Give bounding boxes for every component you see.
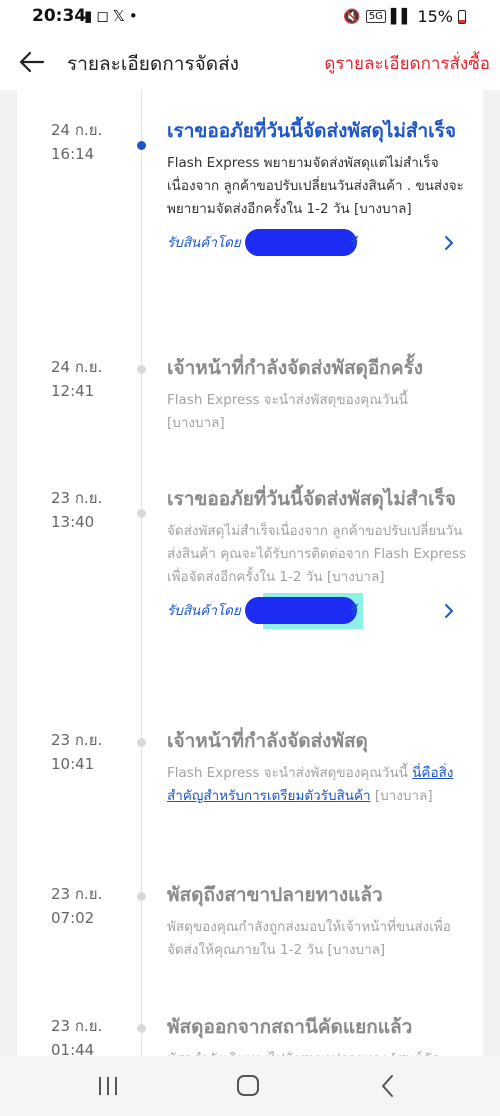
event-description-text: Flash Express จะนำส่งพัสดุของคุณวันนี้ [167, 765, 408, 781]
battery-icon [458, 9, 466, 24]
timeline-line [141, 90, 142, 1056]
system-icons: 🔇 5G ▌▌ 15% [343, 7, 466, 26]
event-date: 24 ก.ย. [51, 358, 103, 376]
event-time: 10:41 [51, 755, 95, 773]
event-datetime: 23 ก.ย. 01:44 [51, 1014, 121, 1056]
timeline-dot [137, 892, 146, 901]
event-title: เราขออภัยที่วันนี้จัดส่งพัสดุไม่สำเร็จ [167, 488, 456, 510]
status-time: 20:34 [32, 6, 87, 26]
redaction-mark [245, 597, 357, 624]
event-time: 13:40 [51, 513, 95, 531]
event-time: 16:14 [51, 145, 95, 163]
receiver-row[interactable]: รับสินค้าโดย รี [167, 593, 467, 629]
event-time: 01:44 [51, 1041, 95, 1056]
event-description: Flash Express พยายามจัดส่งพัสดุแต่ไม่สำเ… [167, 155, 464, 217]
event-description: พัสดุของคุณกำลังถูกส่งมอบให้เจ้าหน้าที่ข… [167, 919, 451, 958]
event-title: เจ้าหน้าที่กำลังจัดส่งพัสดุอีกครั้ง [167, 357, 424, 379]
page-title: รายละเอียดการจัดส่ง [67, 53, 239, 75]
event-description-location: [บางบาล] [374, 788, 433, 804]
receiver-suffix: รี [349, 603, 357, 619]
order-details-link[interactable]: ดูรายละเอียดการสั่งซื้อ [324, 50, 490, 77]
network-type-label: 5G [365, 10, 386, 23]
event-description: จัดส่งพัสดุไม่สำเร็จเนื่องจาก ลูกค้าขอปร… [167, 523, 467, 585]
event-datetime: 23 ก.ย. 07:02 [51, 882, 121, 930]
status-bar: 20:34 ▮◻𝕏• 🔇 5G ▌▌ 15% [0, 0, 500, 34]
timeline-dot-active [137, 141, 146, 150]
notification-icons: ▮◻𝕏• [84, 7, 142, 25]
event-time: 12:41 [51, 382, 95, 400]
event-title: เจ้าหน้าที่กำลังจัดส่งพัสดุ [167, 730, 368, 752]
receiver-label: รับสินค้าโดย [167, 603, 241, 619]
event-description: พัสดุกำลังเดินทางไปยังสาขาปลายทาง [ศูนย์… [167, 1048, 467, 1056]
alert-icon: ▮ [84, 7, 97, 25]
app-header: รายละเอียดการจัดส่ง ดูรายละเอียดการสั่งซ… [0, 34, 500, 90]
event-title: เราขออภัยที่วันนี้จัดส่งพัสดุไม่สำเร็จ [167, 120, 456, 142]
timeline-dot [137, 365, 146, 374]
tracking-card: 24 ก.ย. 16:14 เราขออภัยที่วันนี้จัดส่งพั… [17, 90, 483, 1056]
event-time: 07:02 [51, 909, 95, 927]
home-icon[interactable] [218, 1066, 278, 1106]
event-title: พัสดุถึงสาขาปลายทางแล้ว [167, 884, 383, 906]
event-description: Flash Express จะนำส่งพัสดุของคุณวันนี้ น… [167, 762, 467, 808]
event-datetime: 23 ก.ย. 13:40 [51, 486, 121, 534]
signal-icon: ▌▌ [390, 8, 413, 25]
timeline-dot [137, 738, 146, 747]
recents-icon[interactable] [78, 1066, 138, 1106]
event-date: 23 ก.ย. [51, 885, 103, 903]
event-description: Flash Express จะนำส่งพัสดุของคุณวันนี้ [… [167, 392, 408, 431]
mute-icon: 🔇 [343, 8, 361, 25]
event-datetime: 24 ก.ย. 12:41 [51, 355, 121, 403]
event-date: 23 ก.ย. [51, 489, 103, 507]
event-date: 23 ก.ย. [51, 1017, 103, 1035]
timeline-container[interactable]: 24 ก.ย. 16:14 เราขออภัยที่วันนี้จัดส่งพั… [0, 90, 500, 1056]
redaction-mark [245, 229, 357, 256]
receiver-label: รับสินค้าโดย [167, 235, 241, 251]
receiver-row[interactable]: รับสินค้าโดย รี [167, 228, 467, 258]
event-date: 23 ก.ย. [51, 731, 103, 749]
event-datetime: 24 ก.ย. 16:14 [51, 118, 121, 166]
timeline-dot [137, 509, 146, 518]
x-icon: 𝕏 [112, 7, 129, 25]
chevron-right-icon[interactable] [441, 234, 457, 252]
back-arrow-icon[interactable] [16, 46, 48, 78]
chevron-right-icon[interactable] [441, 602, 457, 620]
event-datetime: 23 ก.ย. 10:41 [51, 728, 121, 776]
battery-label: 15% [417, 7, 453, 26]
back-icon[interactable] [358, 1066, 418, 1106]
receiver-suffix: รี [349, 235, 357, 251]
instagram-icon: ◻ [96, 7, 113, 25]
event-title: พัสดุออกจากสถานีคัดแยกแล้ว [167, 1016, 413, 1038]
dot-icon: • [128, 7, 142, 25]
system-nav-bar [0, 1056, 500, 1116]
event-date: 24 ก.ย. [51, 121, 103, 139]
timeline-dot [137, 1024, 146, 1033]
